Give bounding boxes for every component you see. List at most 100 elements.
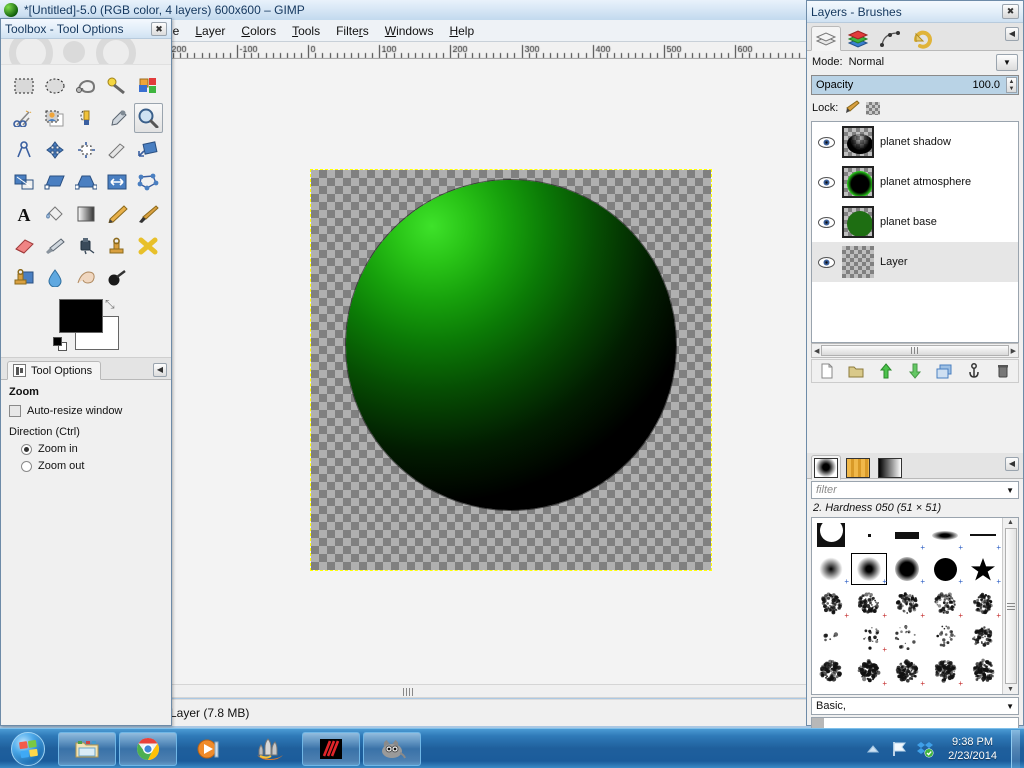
action-center-icon[interactable] (890, 740, 908, 758)
tool-options-menu-button[interactable]: ◀ (153, 363, 167, 377)
tab-layers[interactable] (811, 26, 841, 51)
shear-icon[interactable] (40, 167, 69, 197)
brush-list-scrollbar[interactable]: ▲ ▼ (1002, 518, 1018, 694)
layer-name[interactable]: planet atmosphere (880, 176, 971, 188)
delete-layer-icon[interactable] (994, 362, 1012, 380)
brush-hardness-050[interactable]: + (850, 552, 888, 586)
menu-help[interactable]: Help (449, 24, 474, 38)
dropbox-tray-icon[interactable] (916, 740, 934, 758)
scroll-left-icon[interactable]: ◀ (814, 347, 819, 355)
eraser-icon[interactable] (9, 231, 38, 261)
brush-dot-tiny[interactable] (850, 518, 888, 552)
taskbar-clock[interactable]: 9:38 PM 2/23/2014 (942, 735, 1003, 763)
brush-rock-texture[interactable] (964, 654, 1002, 688)
color-picker-icon[interactable] (103, 103, 132, 133)
brush-grunge-01[interactable]: + (850, 654, 888, 688)
layer-list-scrollbar[interactable]: ◀ ▶ (811, 343, 1019, 358)
app-taskbar-button[interactable] (302, 731, 360, 766)
new-layer-group-icon[interactable] (847, 362, 865, 380)
alignment-icon[interactable] (71, 135, 100, 165)
brush-cell-texture-01[interactable] (812, 654, 850, 688)
paths-icon[interactable] (71, 103, 100, 133)
reset-colors-icon[interactable] (53, 337, 67, 351)
tab-channels[interactable] (843, 26, 873, 51)
rect-select-icon[interactable] (9, 71, 38, 101)
brush-star[interactable]: + (964, 552, 1002, 586)
layer-row[interactable]: Layer (812, 242, 1018, 282)
layer-name[interactable]: Layer (880, 256, 908, 268)
dock-menu-button[interactable]: ◀ (1005, 27, 1019, 41)
scroll-thumb[interactable] (821, 345, 1009, 356)
brush-circle-fuzzy-white[interactable] (812, 518, 850, 552)
menu-tools[interactable]: Tools (292, 24, 320, 38)
tab-paths[interactable] (875, 26, 905, 51)
clone-icon[interactable] (103, 231, 132, 261)
layer-visibility-icon[interactable] (816, 176, 836, 188)
chrome-taskbar-button[interactable] (119, 731, 177, 766)
zoom-out-row[interactable]: Zoom out (21, 460, 163, 472)
blur-sharpen-icon[interactable] (40, 263, 69, 293)
menu-layer[interactable]: Layer (195, 24, 225, 38)
duplicate-layer-icon[interactable] (935, 362, 953, 380)
brush-line-thin[interactable]: + (964, 518, 1002, 552)
raise-layer-icon[interactable] (877, 362, 895, 380)
chevron-down-icon[interactable]: ▼ (1006, 486, 1014, 495)
paintbrush-icon[interactable] (134, 199, 163, 229)
brush-block-hard[interactable]: + (888, 518, 926, 552)
media-player-taskbar-button[interactable] (180, 732, 238, 766)
lower-layer-icon[interactable] (906, 362, 924, 380)
scroll-thumb[interactable] (1004, 528, 1017, 684)
brushes-menu-button[interactable]: ◀ (1005, 456, 1019, 471)
foreground-color-swatch[interactable] (59, 299, 103, 333)
game-taskbar-button[interactable] (241, 732, 299, 766)
brush-grunge-02[interactable]: + (888, 654, 926, 688)
image-canvas[interactable] (310, 169, 712, 571)
heal-icon[interactable] (134, 231, 163, 261)
explorer-taskbar-button[interactable] (58, 731, 116, 766)
brush-grunge-03[interactable]: + (926, 654, 964, 688)
tab-brushes[interactable] (811, 455, 841, 480)
zoom-icon[interactable] (133, 103, 163, 133)
free-select-icon[interactable] (71, 71, 100, 101)
layer-list[interactable]: planet shadow planet atmosphere planet bas… (811, 121, 1019, 343)
pencil-icon[interactable] (103, 199, 132, 229)
brush-acrylic-04[interactable]: + (926, 586, 964, 620)
brush-scribble[interactable] (964, 620, 1002, 654)
layer-visibility-icon[interactable] (816, 216, 836, 228)
tab-patterns[interactable] (843, 455, 873, 480)
blend-gradient-icon[interactable] (71, 199, 100, 229)
brush-acrylic-02[interactable]: + (850, 586, 888, 620)
horizontal-ruler[interactable] (166, 42, 806, 59)
tab-gradients[interactable] (875, 455, 905, 480)
gimp-taskbar-button[interactable] (363, 731, 421, 766)
ellipse-select-icon[interactable] (40, 71, 69, 101)
zoom-in-row[interactable]: Zoom in (21, 443, 163, 455)
scissors-select-icon[interactable] (9, 103, 38, 133)
chevron-down-icon[interactable]: ▼ (1006, 702, 1014, 711)
layer-thumbnail[interactable] (842, 126, 874, 158)
layer-thumbnail[interactable] (842, 166, 874, 198)
perspective-clone-icon[interactable] (9, 263, 38, 293)
scroll-up-icon[interactable]: ▲ (1007, 519, 1014, 526)
smudge-icon[interactable] (71, 263, 100, 293)
cage-transform-icon[interactable] (134, 167, 163, 197)
fuzzy-select-icon[interactable] (103, 71, 132, 101)
start-button[interactable] (1, 730, 55, 768)
menu-windows[interactable]: Windows (385, 24, 434, 38)
layer-name[interactable]: planet base (880, 216, 937, 228)
close-icon[interactable]: ✖ (151, 21, 167, 36)
brush-ellipse-soft[interactable]: + (926, 518, 964, 552)
brush-hardness-025[interactable]: + (812, 552, 850, 586)
select-by-color-icon[interactable] (134, 71, 163, 101)
brush-tag-filter[interactable]: Basic, ▼ (811, 697, 1019, 715)
scroll-down-icon[interactable]: ▼ (1007, 686, 1014, 693)
new-layer-icon[interactable] (818, 362, 836, 380)
lock-alpha-icon[interactable] (866, 101, 881, 115)
close-icon[interactable]: ✖ (1002, 4, 1019, 19)
measure-icon[interactable] (9, 135, 38, 165)
brush-sparks-02[interactable] (888, 620, 926, 654)
lock-pixels-icon[interactable] (844, 99, 861, 117)
swap-colors-icon[interactable]: ⤡ (105, 297, 115, 312)
text-icon[interactable]: A (9, 199, 38, 229)
tab-undo-history[interactable] (907, 26, 937, 51)
